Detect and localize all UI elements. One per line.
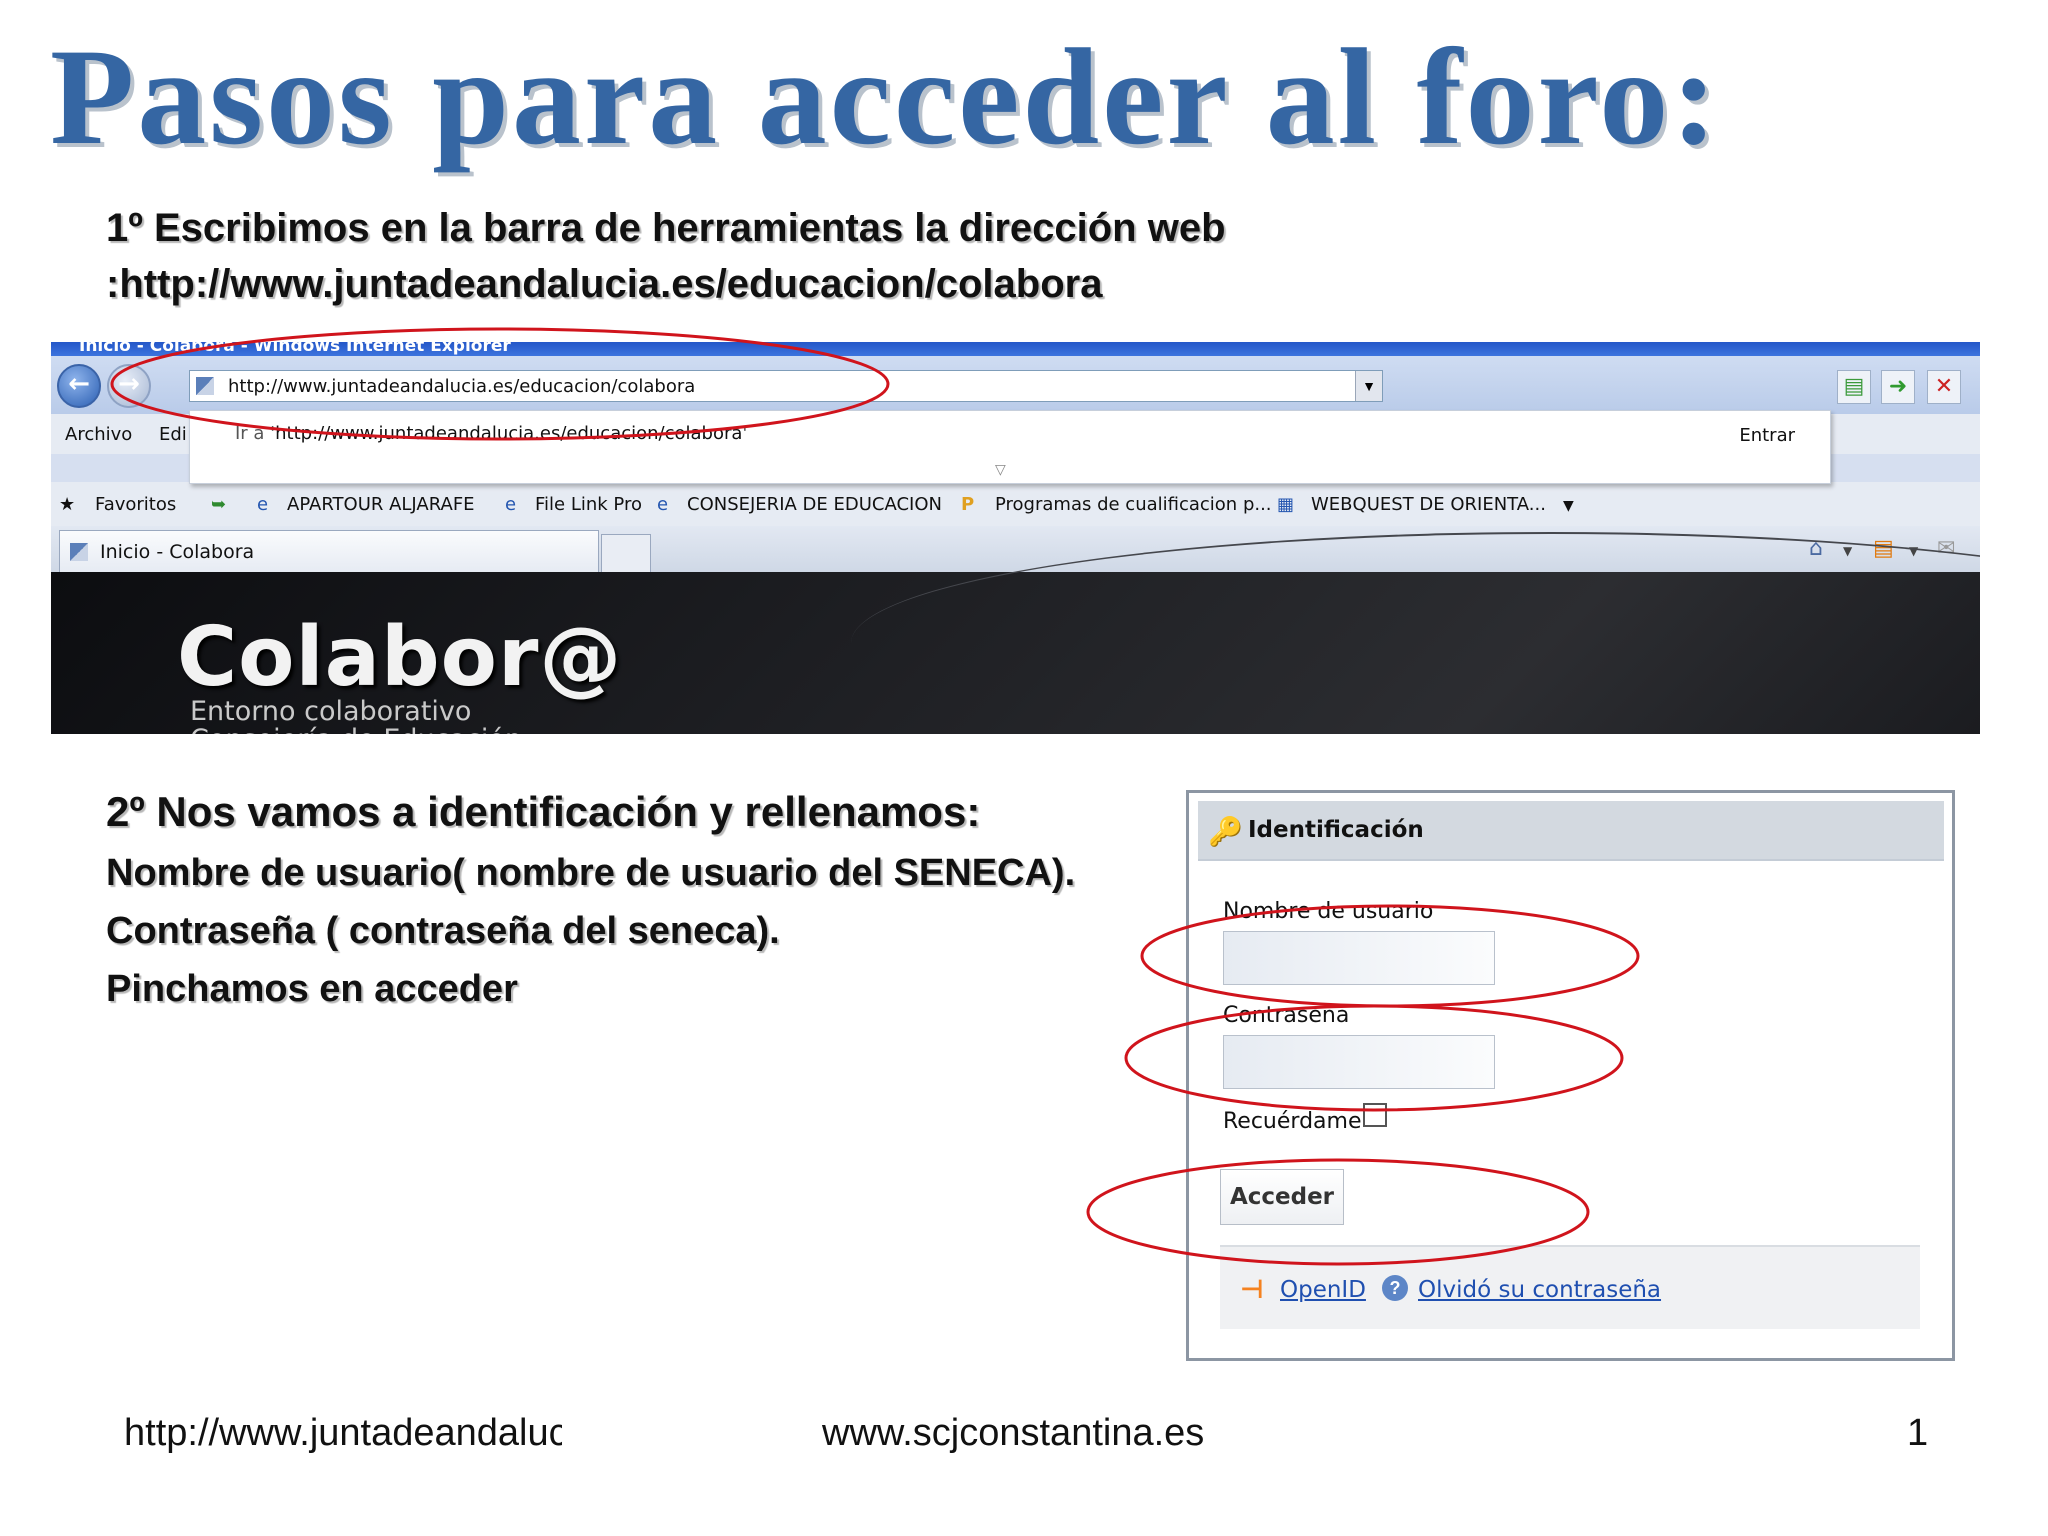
address-highlight-ellipse — [110, 327, 890, 441]
footer-website: www.scjconstantina.es — [822, 1412, 1205, 1454]
annotation-overlay — [110, 327, 1640, 1266]
footer-url: http://www.juntadeandalucia.es/educacion… — [124, 1412, 562, 1454]
acceder-highlight-ellipse — [1086, 1158, 1590, 1266]
password-highlight-ellipse — [1124, 1004, 1624, 1112]
username-highlight-ellipse — [1140, 904, 1640, 1008]
page-number: 1 — [1907, 1412, 1929, 1454]
